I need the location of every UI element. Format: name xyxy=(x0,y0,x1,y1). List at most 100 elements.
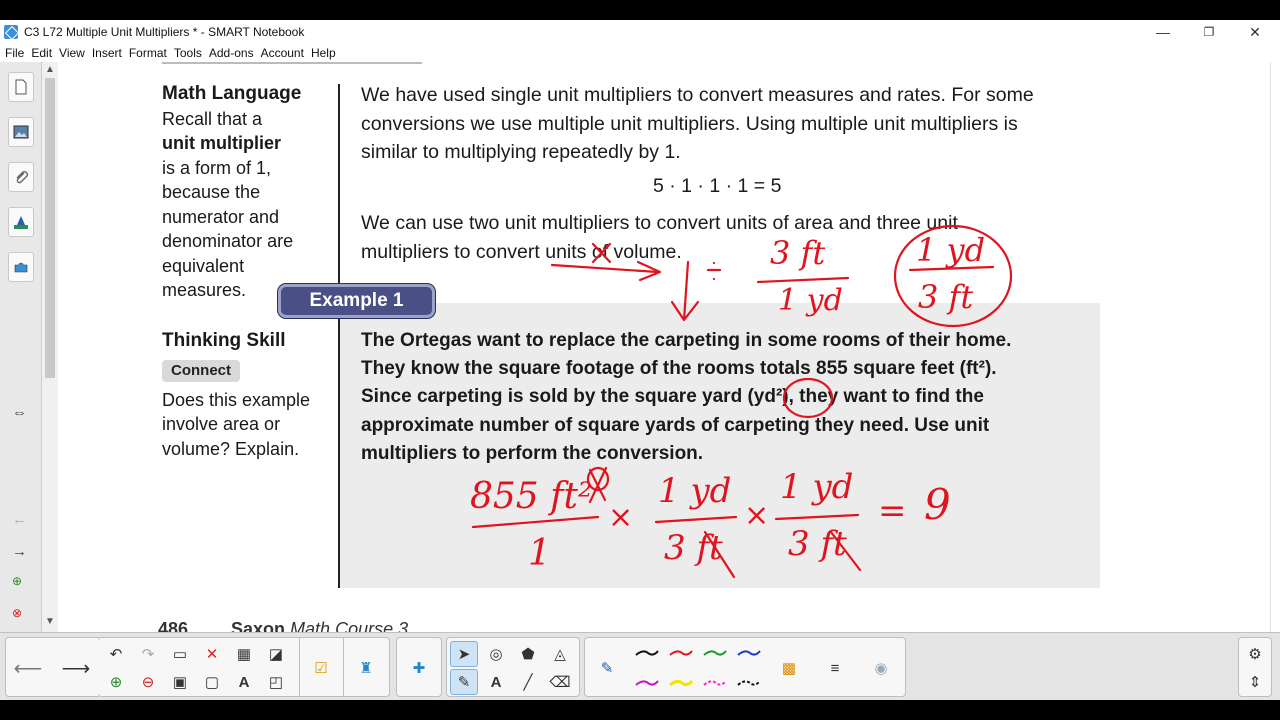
pen-color-red[interactable] xyxy=(669,648,693,658)
menu-format[interactable]: Format xyxy=(129,46,167,60)
math-language-heading: Math Language xyxy=(162,83,302,104)
delete-page-icon[interactable]: ⊗ xyxy=(12,606,22,620)
add-page-icon[interactable]: ⊕ xyxy=(12,574,22,588)
fill-effects-icon[interactable]: ◉ xyxy=(867,655,895,681)
shapes-tool-icon[interactable]: ◎ xyxy=(482,641,510,667)
pen-color-green[interactable] xyxy=(703,648,727,658)
scroll-up-icon[interactable]: ▲ xyxy=(45,64,55,75)
notebook-page[interactable]: Math Language Recall that a unit multipl… xyxy=(58,62,1280,632)
scroll-down-icon[interactable]: ▼ xyxy=(45,616,55,627)
collapse-sidebar-icon[interactable]: ⇔ xyxy=(12,404,27,421)
side-tabs-rail: ⇔ ← → ⊕ ⊗ xyxy=(0,62,42,632)
page-sorter-tab[interactable] xyxy=(8,72,34,102)
response-check-icon[interactable]: ☑ xyxy=(307,655,335,681)
pen-color-pink-dashed[interactable] xyxy=(703,678,727,688)
window-title: C3 L72 Multiple Unit Multipliers * - SMA… xyxy=(24,25,305,39)
page-scrollbar[interactable]: ▲ ▼ xyxy=(42,62,58,632)
text-line: We have used single unit multipliers to … xyxy=(361,84,1034,106)
book-title: Saxon Math Course 3 xyxy=(231,619,408,632)
recall-line: Recall that a xyxy=(162,108,263,129)
capture-icon[interactable]: ◰ xyxy=(262,669,290,695)
menu-bar: File Edit View Insert Format Tools Add-o… xyxy=(0,44,1280,62)
text-line: Since carpeting is sold by the square ya… xyxy=(361,386,984,408)
close-button[interactable]: ✕ xyxy=(1232,20,1278,44)
open-file-icon[interactable]: ▭ xyxy=(166,641,194,667)
next-page-button[interactable]: ⟶ xyxy=(62,655,91,681)
pen-icon[interactable]: ✎ xyxy=(593,655,621,681)
text-line: similar to multiplying repeatedly by 1. xyxy=(361,141,681,163)
previous-page-icon[interactable]: ← xyxy=(12,511,27,528)
fill-tool-icon[interactable]: ◬ xyxy=(546,641,574,667)
select-tool-icon[interactable]: ➤ xyxy=(450,641,478,667)
math-language-box: Math Language Recall that a unit multipl… xyxy=(162,82,337,303)
undo-icon[interactable]: ↶ xyxy=(102,641,130,667)
table-icon[interactable]: ▦ xyxy=(230,641,258,667)
lab-activity-icon[interactable]: ♜ xyxy=(352,655,380,681)
page-icon xyxy=(15,79,27,95)
properties-icon xyxy=(14,216,28,229)
add-ons-group: ✚ xyxy=(396,637,442,697)
previous-page-button[interactable]: ⟵ xyxy=(14,655,43,681)
pen-color-magenta[interactable] xyxy=(635,678,659,688)
unit-multiplier-term: unit multiplier xyxy=(162,133,281,153)
text-line: multipliers to perform the conversion. xyxy=(361,442,704,464)
pen-palette-group: ✎ ▩ ≡ ◉ xyxy=(584,637,906,697)
menu-help[interactable]: Help xyxy=(311,46,336,60)
polygon-tool-icon[interactable]: ⬟ xyxy=(514,641,542,667)
recall-line: denominator are xyxy=(162,231,294,251)
redo-icon[interactable]: ↷ xyxy=(134,641,162,667)
paperclip-icon xyxy=(16,171,28,184)
gallery-tab[interactable] xyxy=(8,117,34,147)
add-ons-tab[interactable] xyxy=(8,252,34,282)
example-problem: The Ortegas want to replace the carpetin… xyxy=(361,327,1101,468)
delete-page-icon[interactable]: ⊖ xyxy=(134,669,162,695)
menu-file[interactable]: File xyxy=(5,46,24,60)
text-tool-icon[interactable]: A xyxy=(482,669,510,695)
pen-color-black-dashed[interactable] xyxy=(737,678,761,688)
menu-view[interactable]: View xyxy=(59,46,85,60)
menu-insert[interactable]: Insert xyxy=(92,46,122,60)
attachments-tab[interactable] xyxy=(8,162,34,192)
gear-icon[interactable]: ⚙ xyxy=(1241,641,1269,667)
edit-group: ↶ ↷ ▭ ✕ ▦ ◪ ⊕ ⊖ ▣ ▢ A ◰ xyxy=(100,637,300,697)
color-palette-icon[interactable]: ▩ xyxy=(775,655,803,681)
next-page-icon[interactable]: → xyxy=(12,543,27,560)
thinking-skill-heading: Thinking Skill xyxy=(162,330,286,351)
question-line: Does this example xyxy=(162,389,311,410)
menu-account[interactable]: Account xyxy=(261,46,304,60)
text-line: They know the square footage of the room… xyxy=(361,358,997,380)
recall-line: because the xyxy=(162,182,261,202)
pens-tool-icon[interactable]: ✎ xyxy=(450,669,478,695)
properties-tab[interactable] xyxy=(8,207,34,237)
menu-edit[interactable]: Edit xyxy=(31,46,52,60)
save-icon[interactable]: ▣ xyxy=(166,669,194,695)
thinking-skill-box: Thinking Skill Connect Does this example… xyxy=(162,329,337,461)
connect-badge: Connect xyxy=(162,359,240,382)
screen-shade-icon[interactable]: ◪ xyxy=(262,641,290,667)
puzzle-icon[interactable]: ✚ xyxy=(405,655,433,681)
minimize-button[interactable]: — xyxy=(1140,20,1186,44)
equation: 5 · 1 · 1 · 1 = 5 xyxy=(653,175,782,197)
display-icon[interactable]: ▢ xyxy=(198,669,226,695)
letterbox-bottom xyxy=(0,700,1280,720)
highlighter-yellow[interactable] xyxy=(669,678,693,688)
pen-color-blue[interactable] xyxy=(737,648,761,658)
text-tool-icon[interactable]: A xyxy=(230,669,258,695)
delete-icon[interactable]: ✕ xyxy=(198,641,226,667)
add-page-icon[interactable]: ⊕ xyxy=(102,669,130,695)
line-tool-icon[interactable]: ╱ xyxy=(514,669,542,695)
book-brand: Saxon xyxy=(231,619,286,632)
settings-group: ⚙ ⇕ xyxy=(1238,637,1272,697)
restore-button[interactable]: ❐ xyxy=(1186,20,1232,44)
response-group: ☑ xyxy=(300,637,344,697)
scrollbar-thumb[interactable] xyxy=(45,78,55,378)
eraser-tool-icon[interactable]: ⌫ xyxy=(546,669,574,695)
pen-color-black[interactable] xyxy=(635,648,659,658)
lab-group: ♜ xyxy=(344,637,390,697)
line-style-icon[interactable]: ≡ xyxy=(821,655,849,681)
fraction-bar xyxy=(756,276,850,284)
menu-tools[interactable]: Tools xyxy=(174,46,202,60)
menu-add-ons[interactable]: Add-ons xyxy=(209,46,254,60)
tools-group: ➤ ◎ ⬟ ◬ ✎ A ╱ ⌫ xyxy=(446,637,580,697)
move-toolbar-icon[interactable]: ⇕ xyxy=(1241,669,1269,695)
